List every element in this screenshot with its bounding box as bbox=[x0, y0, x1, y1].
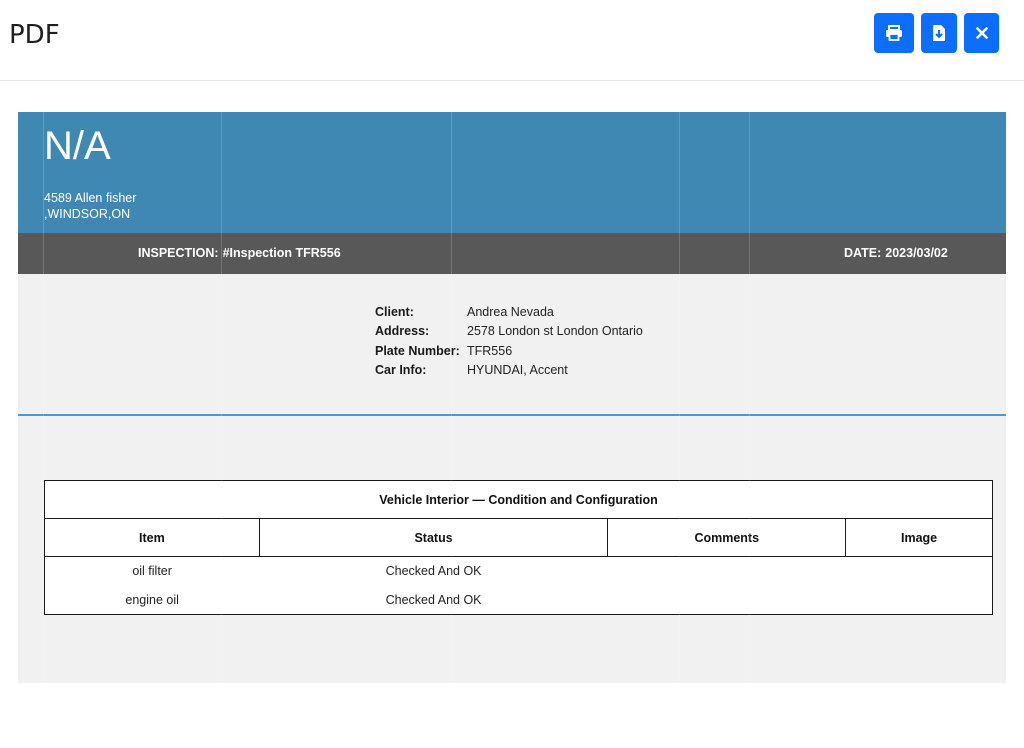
car-info-label: Car Info: bbox=[375, 363, 427, 378]
vehicle-interior-table: Vehicle Interior — Condition and Configu… bbox=[44, 480, 993, 615]
cell-image bbox=[845, 556, 993, 586]
client-value: Andrea Nevada bbox=[467, 304, 554, 319]
client-row: Client: Andrea Nevada bbox=[375, 302, 643, 322]
inspection-label: INSPECTION: bbox=[138, 246, 219, 260]
client-label: Client: bbox=[375, 304, 414, 319]
modal-header: PDF bbox=[0, 0, 1024, 81]
column-header-item: Item bbox=[44, 518, 260, 557]
close-icon bbox=[975, 27, 988, 39]
table-title: Vehicle Interior — Condition and Configu… bbox=[44, 480, 993, 519]
table-row: engine oil Checked And OK bbox=[44, 585, 993, 615]
company-name: N/A bbox=[44, 124, 111, 168]
cell-image bbox=[845, 585, 993, 615]
cell-comments bbox=[607, 585, 846, 615]
cell-item: engine oil bbox=[44, 585, 260, 615]
address-label: Address: bbox=[375, 324, 430, 339]
cell-comments bbox=[608, 557, 846, 586]
print-button[interactable] bbox=[874, 13, 914, 53]
cell-status: Checked And OK bbox=[259, 585, 608, 615]
address-row: Address: 2578 London st London Ontario bbox=[375, 322, 643, 342]
plate-number-label: Plate Number: bbox=[375, 343, 460, 358]
inspection-band: INSPECTION: #Inspection TFR556 DATE: 202… bbox=[18, 233, 1006, 274]
car-info-value: HYUNDAI, Accent bbox=[467, 363, 568, 378]
cell-item: oil filter bbox=[44, 556, 260, 586]
plate-number-value: TFR556 bbox=[467, 343, 513, 358]
section-divider bbox=[18, 414, 1006, 416]
modal-title: PDF bbox=[9, 20, 60, 50]
car-info-row: Car Info: HYUNDAI, Accent bbox=[375, 361, 643, 381]
download-button[interactable] bbox=[921, 13, 957, 53]
column-header-status: Status bbox=[258, 518, 609, 557]
column-header-image: Image bbox=[845, 518, 993, 557]
date-value: 2023/03/02 bbox=[885, 246, 948, 260]
cell-status: Checked And OK bbox=[385, 564, 482, 579]
printer-icon bbox=[885, 25, 903, 41]
file-download-icon bbox=[932, 24, 946, 42]
close-button[interactable] bbox=[964, 13, 999, 53]
inspection-number: INSPECTION: #Inspection TFR556 bbox=[138, 246, 341, 260]
client-info: Client: Andrea Nevada Address: 2578 Lond… bbox=[375, 302, 643, 380]
company-header-band: N/A 4589 Allen fisher ,WINDSOR,ON bbox=[18, 112, 1006, 233]
company-address-line1: 4589 Allen fisher bbox=[44, 191, 137, 205]
address-value: 2578 London st London Ontario bbox=[467, 324, 643, 339]
plate-number-row: Plate Number: TFR556 bbox=[375, 341, 643, 361]
inspection-value: #Inspection TFR556 bbox=[222, 246, 341, 260]
date-label: DATE: bbox=[844, 246, 882, 260]
pdf-preview: N/A 4589 Allen fisher ,WINDSOR,ON INSPEC… bbox=[18, 112, 1006, 683]
table-row: oil filter Checked And OK bbox=[44, 556, 993, 586]
company-address-line2: ,WINDSOR,ON bbox=[44, 207, 131, 221]
inspection-date: DATE: 2023/03/02 bbox=[844, 246, 948, 260]
column-header-comments: Comments bbox=[607, 518, 847, 557]
